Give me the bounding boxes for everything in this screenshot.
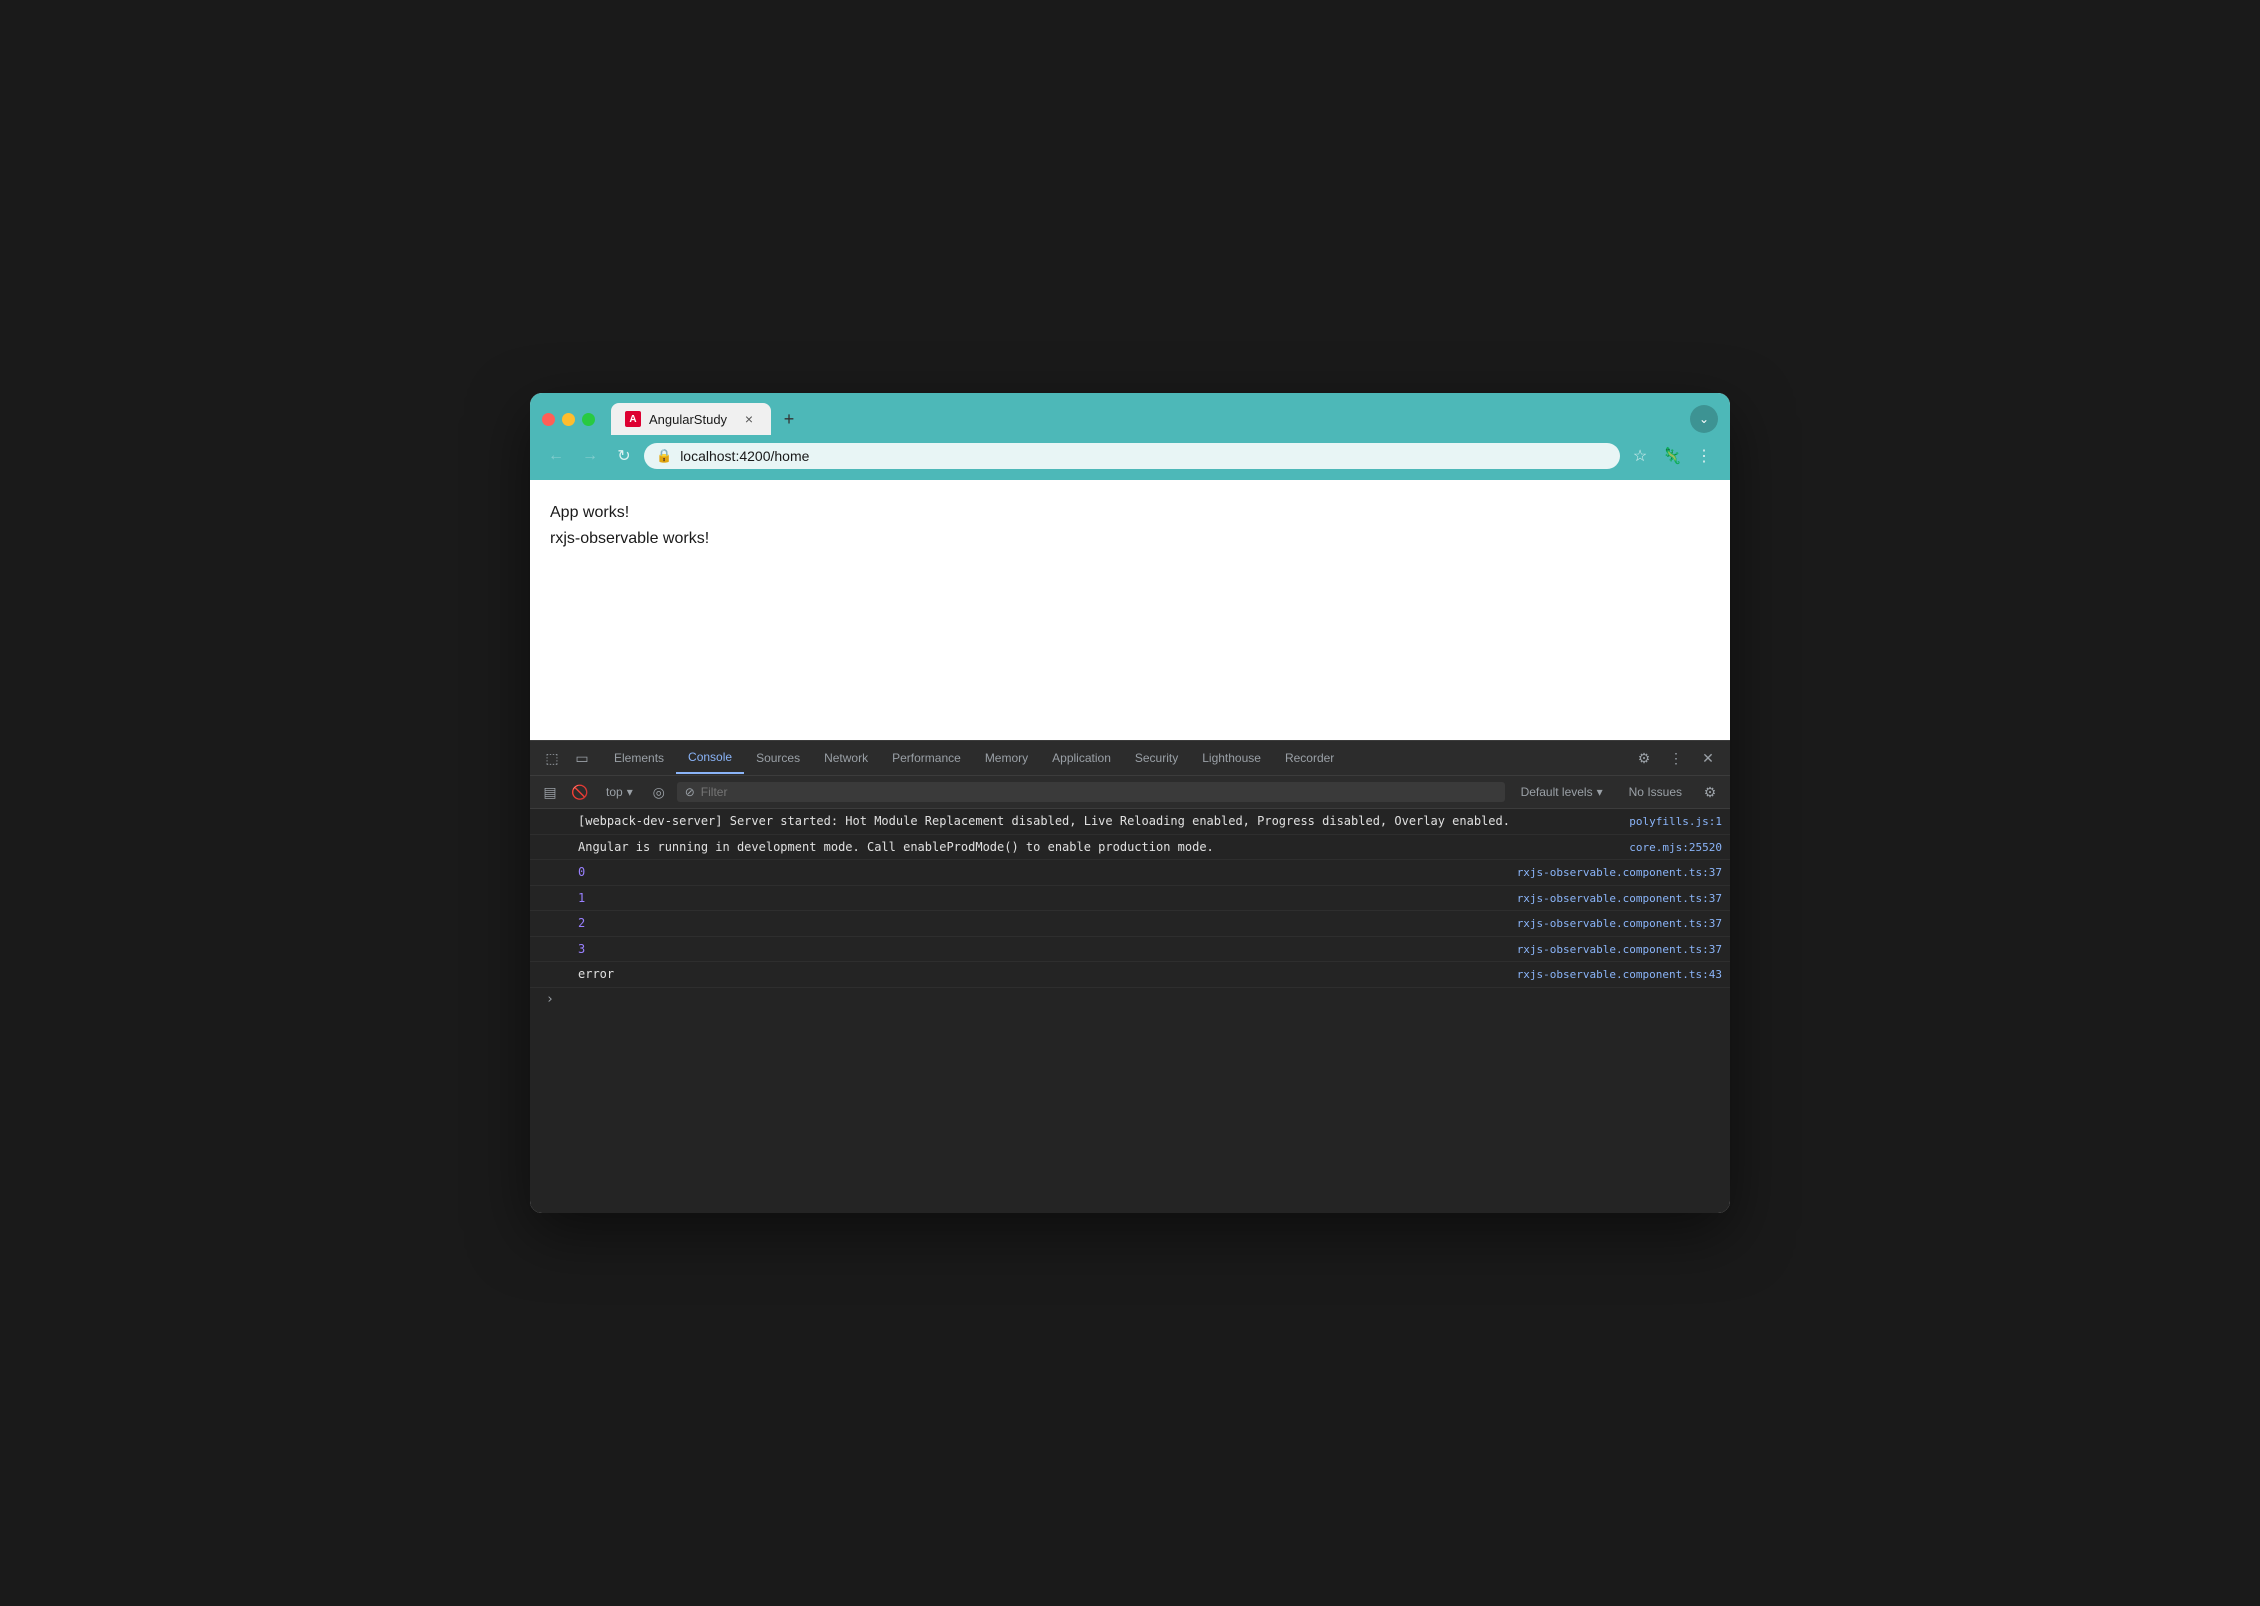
devtools-more-button[interactable]: ⋮ [1662, 744, 1690, 772]
console-output[interactable]: [webpack-dev-server] Server started: Hot… [530, 809, 1730, 1213]
console-message-1: 1 rxjs-observable.component.ts:37 [530, 886, 1730, 912]
tab-favicon: A [625, 411, 641, 427]
tab-sources[interactable]: Sources [744, 743, 812, 773]
number-3-value: 3 [578, 942, 585, 956]
context-label: top [606, 785, 623, 799]
no-issues-label: No Issues [1629, 785, 1682, 799]
context-selector[interactable]: top ▾ [598, 783, 641, 801]
tab-lighthouse[interactable]: Lighthouse [1190, 743, 1273, 773]
filter-icon: ⊘ [685, 785, 695, 799]
tab-memory[interactable]: Memory [973, 743, 1040, 773]
devtools-panel: ⬚ ▭ Elements Console Sources Network Per… [530, 740, 1730, 1213]
tab-console[interactable]: Console [676, 742, 744, 774]
number-2-content: 2 [578, 914, 1501, 932]
console-message-0: 0 rxjs-observable.component.ts:37 [530, 860, 1730, 886]
toggle-sidebar-button[interactable]: ▤ [538, 780, 562, 804]
device-toolbar-button[interactable]: ▭ [568, 741, 596, 775]
window-controls [542, 413, 595, 426]
devtools-settings-button[interactable]: ⚙ [1630, 744, 1658, 772]
number-3-content: 3 [578, 940, 1501, 958]
address-bar[interactable]: 🔒 localhost:4200/home [644, 443, 1620, 469]
console-message-angular: Angular is running in development mode. … [530, 835, 1730, 861]
angular-message-link[interactable]: core.mjs:25520 [1613, 840, 1722, 857]
address-row: ← → ↻ 🔒 localhost:4200/home ☆ 🦎 ⋮ [530, 435, 1730, 480]
tab-elements[interactable]: Elements [602, 743, 676, 773]
back-button[interactable]: ← [542, 442, 570, 470]
page-line2: rxjs-observable works! [550, 526, 1710, 552]
tab-performance[interactable]: Performance [880, 743, 973, 773]
console-prompt-input[interactable] [562, 992, 1722, 1006]
number-0-value: 0 [578, 865, 585, 879]
tab-close-button[interactable]: × [741, 411, 757, 427]
clear-console-button[interactable]: 🚫 [568, 780, 592, 804]
bookmark-button[interactable]: ☆ [1626, 442, 1654, 470]
browser-window: A AngularStudy × + ⌄ ← → ↻ 🔒 localhost:4… [530, 393, 1730, 1213]
number-0-link[interactable]: rxjs-observable.component.ts:37 [1501, 865, 1722, 882]
console-message-webpack: [webpack-dev-server] Server started: Hot… [530, 809, 1730, 835]
console-message-3: 3 rxjs-observable.component.ts:37 [530, 937, 1730, 963]
page-content: App works! rxjs-observable works! [530, 480, 1730, 740]
forward-button[interactable]: → [576, 442, 604, 470]
menu-button[interactable]: ⋮ [1690, 442, 1718, 470]
default-levels-button[interactable]: Default levels ▾ [1511, 782, 1613, 802]
address-text: localhost:4200/home [680, 448, 1608, 464]
number-2-link[interactable]: rxjs-observable.component.ts:37 [1501, 916, 1722, 933]
error-text: error [578, 967, 614, 981]
refresh-button[interactable]: ↻ [610, 442, 638, 470]
tab-recorder[interactable]: Recorder [1273, 743, 1346, 773]
number-1-link[interactable]: rxjs-observable.component.ts:37 [1501, 891, 1722, 908]
avatar-button[interactable]: 🦎 [1658, 442, 1686, 470]
error-message-content: error [578, 965, 1501, 983]
new-tab-button[interactable]: + [775, 405, 803, 433]
filter-input[interactable] [701, 785, 1497, 799]
devtools-tab-bar: ⬚ ▭ Elements Console Sources Network Per… [530, 741, 1730, 776]
error-message-link[interactable]: rxjs-observable.component.ts:43 [1501, 967, 1722, 984]
maximize-window-button[interactable] [582, 413, 595, 426]
console-settings-button[interactable]: ⚙ [1698, 780, 1722, 804]
tab-application[interactable]: Application [1040, 743, 1123, 773]
default-levels-label: Default levels [1521, 785, 1593, 799]
number-3-link[interactable]: rxjs-observable.component.ts:37 [1501, 942, 1722, 959]
number-2-value: 2 [578, 916, 585, 930]
console-message-error: error rxjs-observable.component.ts:43 [530, 962, 1730, 988]
webpack-message-content: [webpack-dev-server] Server started: Hot… [578, 812, 1613, 830]
tab-title: AngularStudy [649, 412, 733, 427]
devtools-tab-actions: ⚙ ⋮ ✕ [1630, 744, 1722, 772]
filter-input-wrap: ⊘ [677, 782, 1505, 802]
close-window-button[interactable] [542, 413, 555, 426]
tab-expand-button[interactable]: ⌄ [1690, 405, 1718, 433]
devtools-close-button[interactable]: ✕ [1694, 744, 1722, 772]
angular-message-content: Angular is running in development mode. … [578, 838, 1613, 856]
minimize-window-button[interactable] [562, 413, 575, 426]
address-actions: ☆ 🦎 ⋮ [1626, 442, 1718, 470]
no-issues-button[interactable]: No Issues [1619, 782, 1692, 802]
inspect-element-button[interactable]: ⬚ [538, 741, 566, 775]
levels-dropdown-icon: ▾ [1597, 785, 1603, 799]
context-arrow-icon: ▾ [627, 785, 633, 799]
eye-button[interactable]: ◎ [647, 780, 671, 804]
console-prompt: › [530, 988, 1730, 1011]
prompt-chevron-icon: › [546, 992, 554, 1007]
tab-security[interactable]: Security [1123, 743, 1190, 773]
title-bar: A AngularStudy × + ⌄ ← → ↻ 🔒 localhost:4… [530, 393, 1730, 480]
tab-network[interactable]: Network [812, 743, 880, 773]
devtools-icon-buttons: ⬚ ▭ [538, 741, 596, 775]
console-message-2: 2 rxjs-observable.component.ts:37 [530, 911, 1730, 937]
number-0-content: 0 [578, 863, 1501, 881]
number-1-value: 1 [578, 891, 585, 905]
webpack-message-link[interactable]: polyfills.js:1 [1613, 814, 1722, 831]
page-line1: App works! [550, 500, 1710, 526]
console-toolbar: ▤ 🚫 top ▾ ◎ ⊘ Default levels ▾ No Issues… [530, 776, 1730, 809]
number-1-content: 1 [578, 889, 1501, 907]
tab-row: A AngularStudy × + ⌄ [530, 393, 1730, 435]
browser-tab[interactable]: A AngularStudy × [611, 403, 771, 435]
lock-icon: 🔒 [656, 448, 672, 464]
